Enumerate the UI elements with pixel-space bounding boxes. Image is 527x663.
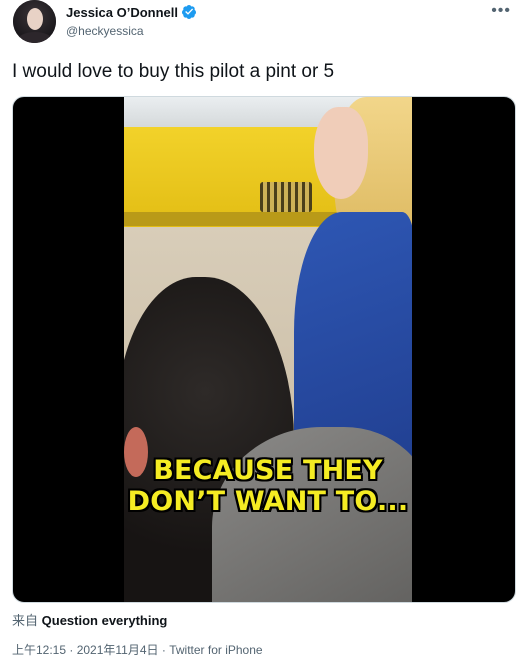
avatar[interactable] — [13, 0, 56, 43]
tweet-time[interactable]: 上午12:15 — [12, 643, 66, 657]
video-caption-line-1: BECAUSE THEY — [153, 455, 383, 486]
source-link[interactable]: Question everything — [42, 613, 168, 628]
tweet-meta: 上午12:15 · 2021年11月4日 · Twitter for iPhon… — [12, 641, 263, 658]
source-prefix: 来自 — [12, 613, 39, 628]
meta-separator: · — [66, 643, 77, 657]
video-player[interactable]: BECAUSE THEY DON’T WANT TO... — [12, 96, 516, 603]
video-caption: BECAUSE THEY DON’T WANT TO... — [124, 455, 412, 517]
quoted-source: 来自 Question everything — [12, 610, 167, 629]
video-frame: BECAUSE THEY DON’T WANT TO... — [124, 97, 412, 602]
author-display-name[interactable]: Jessica O’Donnell — [66, 5, 178, 20]
tweet-client[interactable]: Twitter for iPhone — [169, 643, 262, 657]
tweet-header: Jessica O’Donnell @heckyessica ••• — [12, 0, 515, 52]
author-handle[interactable]: @heckyessica — [66, 24, 144, 38]
verified-badge-icon — [181, 5, 196, 19]
video-caption-line-2: DON’T WANT TO... — [127, 486, 409, 517]
meta-separator: · — [158, 643, 170, 657]
author-name-row: Jessica O’Donnell — [66, 4, 197, 20]
tweet-text: I would love to buy this pilot a pint or… — [12, 61, 335, 82]
tweet-date[interactable]: 2021年11月4日 — [77, 643, 159, 657]
more-options-icon[interactable]: ••• — [491, 2, 511, 20]
